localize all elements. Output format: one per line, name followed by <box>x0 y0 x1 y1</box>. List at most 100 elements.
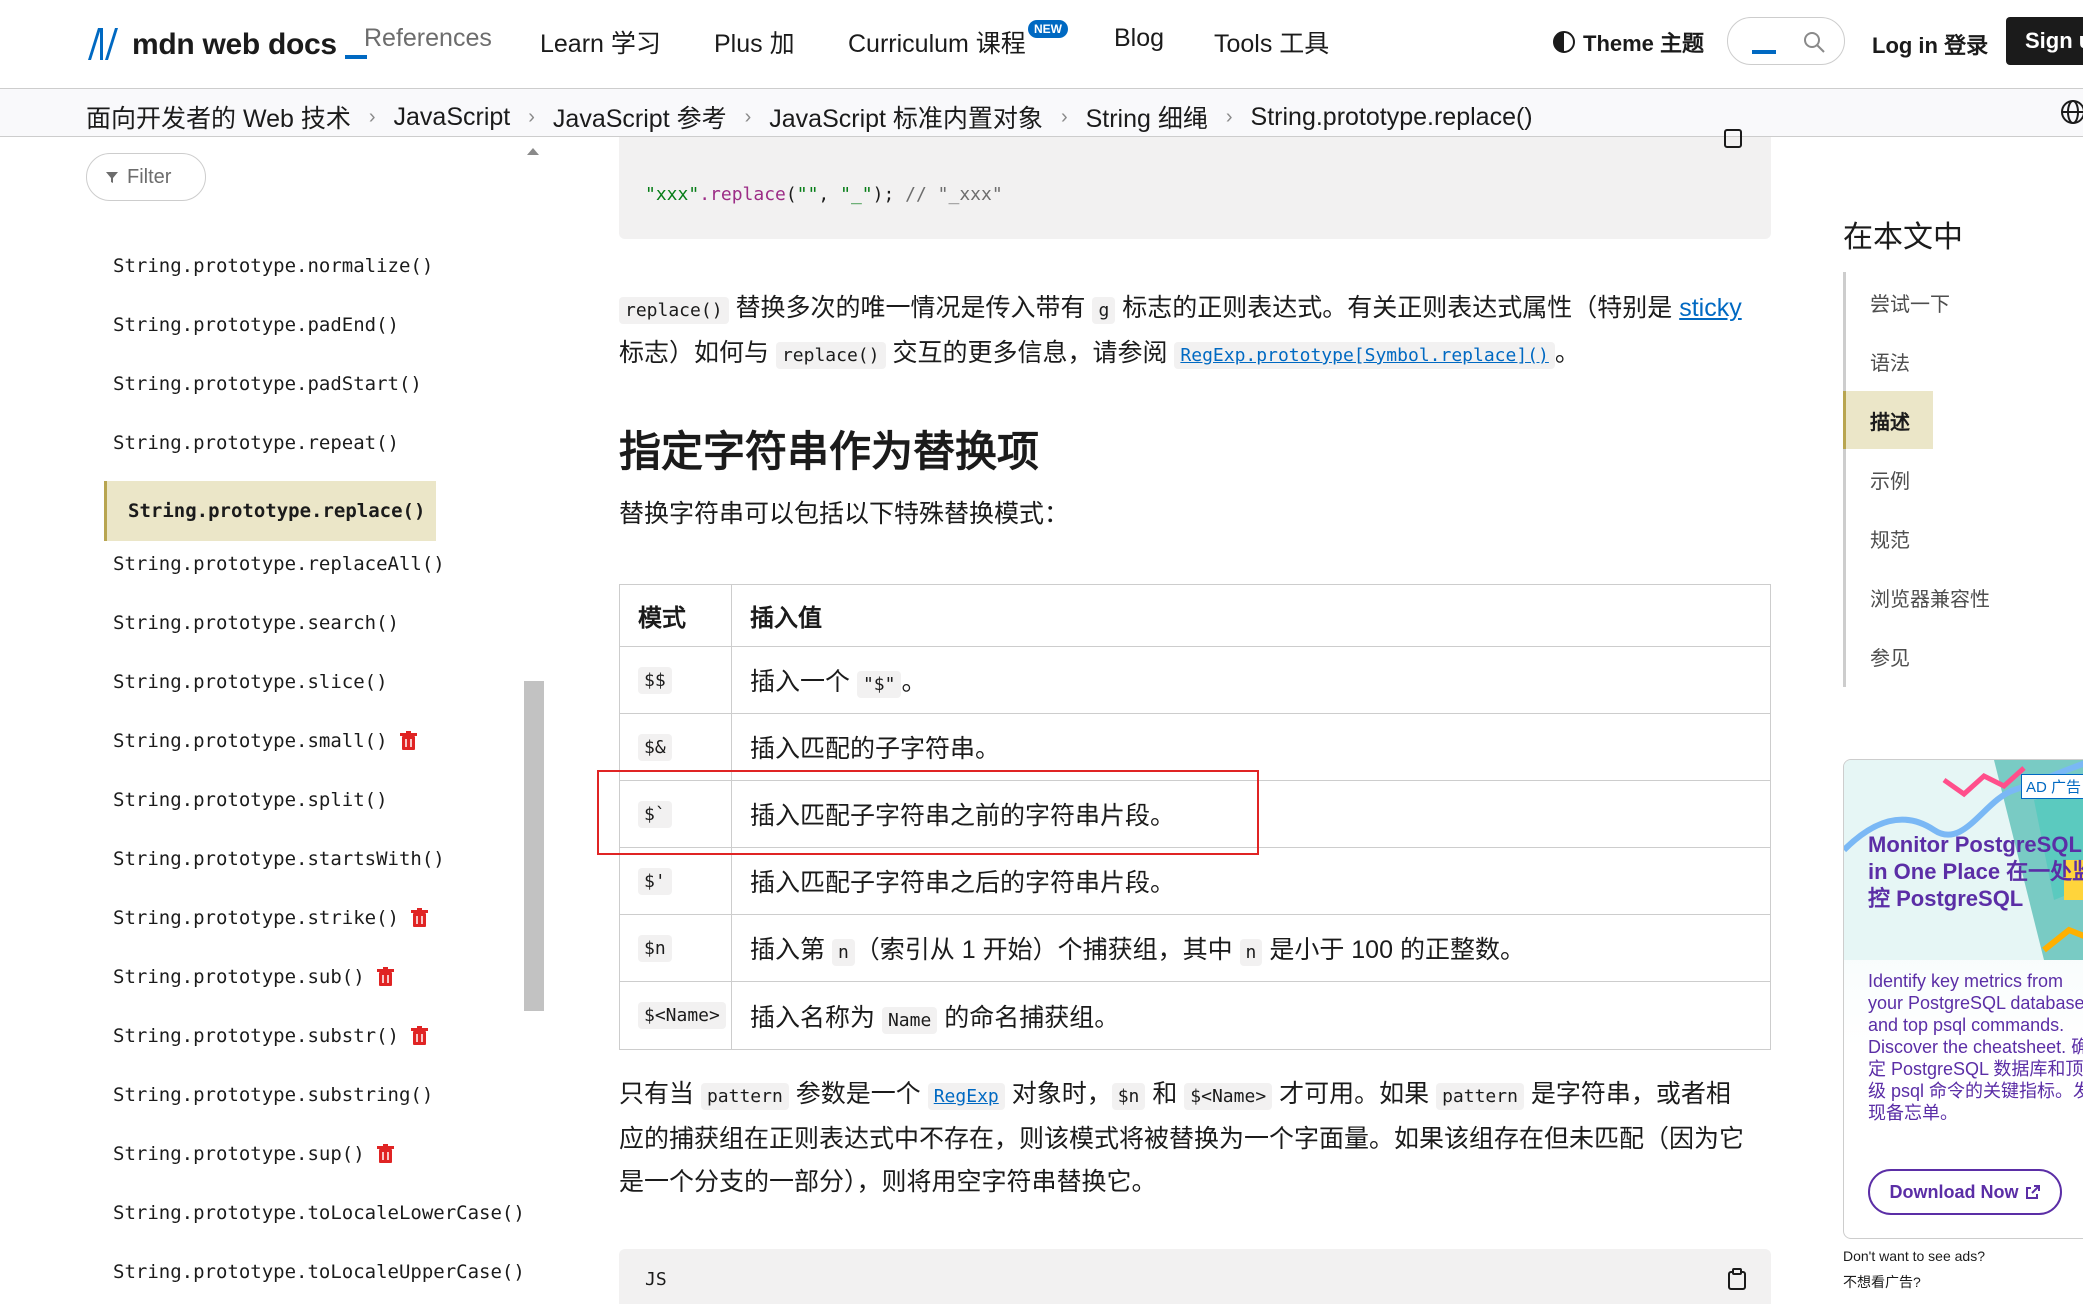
breadcrumb-item[interactable]: JavaScript 标准内置对象 <box>769 99 1043 135</box>
toc-title: 在本文中 <box>1843 221 1963 254</box>
sidebar-item[interactable]: String.prototype.sub() <box>113 966 394 988</box>
sidebar-item[interactable]: String.prototype.substring() <box>113 1084 433 1106</box>
ad-title[interactable]: Monitor PostgreSQL in One Place 在一处监控 Po… <box>1868 831 2083 912</box>
sidebar-item[interactable]: String.prototype.substr() <box>113 1025 428 1047</box>
signup-button[interactable]: Sign up <box>2006 17 2083 65</box>
pattern-cell: $$ <box>620 647 732 713</box>
sidebar-item-label: String.prototype.startsWith() <box>113 848 445 870</box>
search-cursor <box>1752 50 1776 54</box>
code-line: "xxx".replace("", "_"); // "_xxx" <box>645 184 1003 205</box>
ad-optout-text-cn[interactable]: 不想看广告? <box>1843 1272 1921 1292</box>
toc-item[interactable]: 浏览器兼容性 <box>1870 583 1990 612</box>
sticky-link[interactable]: sticky <box>1679 294 1742 322</box>
sidebar-item[interactable]: String.prototype.toLocaleUpperCase() <box>113 1261 525 1283</box>
sidebar-item[interactable]: String.prototype.padEnd() <box>113 314 399 336</box>
value-cell: 插入匹配的子字符串。 <box>732 729 1770 765</box>
nav-tools[interactable]: Tools 工具 <box>1214 24 1329 60</box>
value-text: 是小于 100 的正整数。 <box>1262 936 1525 964</box>
sidebar-item[interactable]: String.prototype.small() <box>113 730 417 752</box>
nav-references[interactable]: References <box>364 24 492 53</box>
breadcrumb-item[interactable]: JavaScript 参考 <box>553 99 727 135</box>
toc-item[interactable]: 规范 <box>1870 524 1910 553</box>
sidebar-item-label: String.prototype.replace() <box>128 500 426 522</box>
sidebar-item[interactable]: String.prototype.strike() <box>113 907 428 929</box>
toc-item[interactable]: 尝试一下 <box>1870 288 1950 317</box>
text: 替换多次的唯一情况是传入带有 <box>728 294 1093 322</box>
sidebar-item-label: String.prototype.toLocaleUpperCase() <box>113 1261 525 1283</box>
toc-item[interactable]: 参见 <box>1870 642 1910 671</box>
text: 和 <box>1145 1080 1185 1108</box>
inline-code: n <box>1239 939 1263 966</box>
ad-button-label: Download Now <box>1889 1181 2019 1202</box>
code-language-label: JS <box>645 1269 667 1290</box>
filter-icon <box>106 172 118 183</box>
breadcrumb-item[interactable]: 面向开发者的 Web 技术 <box>86 99 351 135</box>
copy-icon[interactable] <box>1726 1267 1748 1291</box>
toc-item[interactable]: 语法 <box>1870 347 1910 376</box>
inline-code: n <box>831 939 855 966</box>
value-text: 插入匹配的子字符串。 <box>750 735 1001 763</box>
sidebar-item[interactable]: String.prototype.slice() <box>113 671 388 693</box>
sidebar-item[interactable]: String.prototype.normalize() <box>113 255 433 277</box>
sidebar-item-label: String.prototype.sub() <box>113 966 365 988</box>
ad-panel[interactable]: AD 广告 Monitor PostgreSQL in One Place 在一… <box>1843 759 2083 1239</box>
table-header-value: 插入值 <box>750 605 822 632</box>
copy-icon[interactable] <box>1722 125 1744 149</box>
value-cell: 插入名称为 Name 的命名捕获组。 <box>732 998 1770 1034</box>
code-token: , <box>818 184 841 205</box>
nav-plus[interactable]: Plus 加 <box>714 24 795 60</box>
breadcrumb-item-current[interactable]: String.prototype.replace() <box>1251 103 1533 132</box>
breadcrumb-item[interactable]: String 细绳 <box>1086 99 1208 135</box>
scroll-up-arrow-icon[interactable] <box>527 148 539 155</box>
sidebar-scrollbar[interactable] <box>524 681 544 1011</box>
logo-cursor-mark <box>344 55 367 59</box>
inline-code: replace() <box>619 297 729 324</box>
sidebar-item-active[interactable]: String.prototype.replace() <box>104 481 436 541</box>
sidebar-item[interactable]: String.prototype.sup() <box>113 1143 394 1165</box>
sidebar-item-label: String.prototype.normalize() <box>113 255 434 277</box>
globe-icon[interactable] <box>2060 99 2083 125</box>
regexp-link[interactable]: RegExp <box>927 1083 1005 1110</box>
toc-item[interactable]: 描述 <box>1870 406 1910 435</box>
theme-switcher[interactable]: Theme 主题 <box>1553 26 1704 58</box>
toc-item[interactable]: 示例 <box>1870 465 1910 494</box>
login-link[interactable]: Log in 登录 <box>1872 28 1988 60</box>
external-link-icon <box>2025 1185 2040 1199</box>
breadcrumb-item[interactable]: JavaScript <box>394 103 511 132</box>
search-icon[interactable] <box>1802 30 1826 54</box>
inline-code: "$" <box>856 671 902 698</box>
nav-blog[interactable]: Blog <box>1114 24 1164 53</box>
ad-optout-text[interactable]: Don't want to see ads? <box>1843 1248 1985 1264</box>
sidebar-item[interactable]: String.prototype.startsWith() <box>113 848 445 870</box>
nav-learn[interactable]: Learn 学习 <box>540 24 661 60</box>
table-row: $$ 插入一个 "$"。 <box>620 647 1770 714</box>
code-example-header: JS <box>619 1249 1771 1304</box>
code-example: "xxx".replace("", "_"); // "_xxx" <box>619 129 1771 239</box>
symbol-replace-link[interactable]: RegExp.prototype[Symbol.replace]() <box>1174 342 1555 369</box>
sidebar-item[interactable]: String.prototype.replaceAll() <box>113 553 445 575</box>
sidebar-item[interactable]: String.prototype.toLocaleLowerCase() <box>113 1202 525 1224</box>
top-navigation: mdn web docs References Learn 学习 Plus 加 … <box>0 0 2083 89</box>
ad-badge: AD 广告 <box>2021 774 2083 799</box>
filter-label: Filter <box>127 165 172 188</box>
sidebar-filter-input[interactable]: Filter <box>86 153 206 201</box>
code-token: "xxx" <box>645 184 700 205</box>
nav-curriculum[interactable]: Curriculum 课程 <box>848 24 1026 60</box>
mdn-logo[interactable]: mdn web docs <box>86 22 367 62</box>
code-comment: // "_xxx" <box>894 184 1003 205</box>
chevron-right-icon: › <box>1060 105 1068 128</box>
table-row: $' 插入匹配子字符串之后的字符串片段。 <box>620 848 1770 915</box>
pattern-cell: $' <box>620 848 732 914</box>
sidebar-item[interactable]: String.prototype.search() <box>113 612 399 634</box>
search-input[interactable] <box>1727 17 1845 65</box>
intro-text: 替换字符串可以包括以下特殊替换模式： <box>619 500 1070 528</box>
inline-code: $<Name> <box>1184 1083 1273 1110</box>
sidebar-item[interactable]: String.prototype.padStart() <box>113 373 422 395</box>
sidebar-item[interactable]: String.prototype.split() <box>113 789 388 811</box>
ad-download-button[interactable]: Download Now <box>1868 1169 2062 1215</box>
table-row: $<Name> 插入名称为 Name 的命名捕获组。 <box>620 982 1770 1049</box>
inline-code: g <box>1092 297 1116 324</box>
sidebar-item[interactable]: String.prototype.repeat() <box>113 432 399 454</box>
sidebar-item-label: String.prototype.small() <box>113 730 388 752</box>
sidebar-item-label: String.prototype.substr() <box>113 1025 399 1047</box>
